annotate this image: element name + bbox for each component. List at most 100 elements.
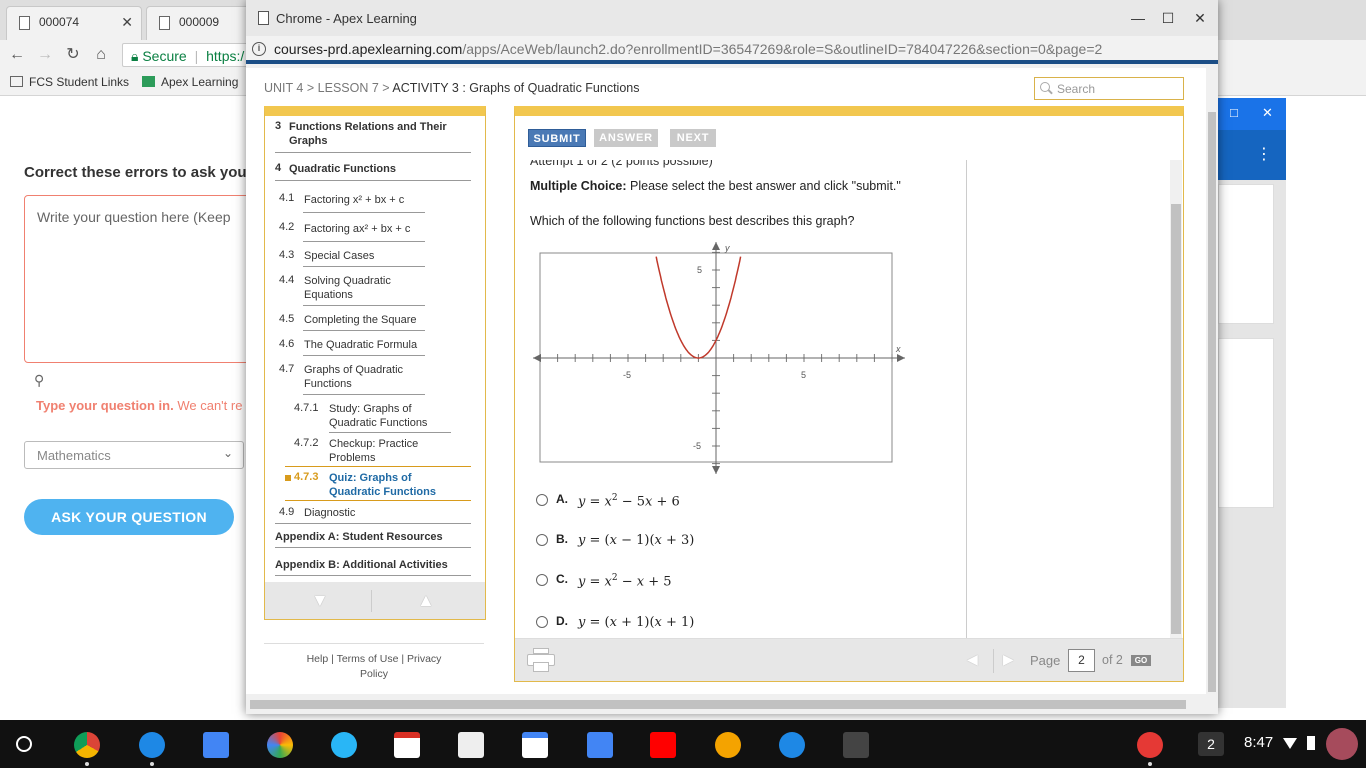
- magnifier-glyph: [1040, 82, 1050, 92]
- nav-item-4-6[interactable]: The Quadratic Formula: [304, 338, 417, 352]
- radio-button[interactable]: [536, 534, 548, 546]
- info-icon[interactable]: i: [252, 42, 266, 56]
- photos-app-icon[interactable]: [267, 732, 293, 758]
- bg-question-textarea[interactable]: Write your question here (Keep: [24, 195, 264, 363]
- next-button[interactable]: NEXT: [670, 129, 716, 147]
- policy-link[interactable]: Policy: [360, 668, 388, 680]
- x-tick-label-neg5: -5: [623, 370, 631, 380]
- address-bar[interactable]: i courses-prd.apexlearning.com/apps/AceW…: [246, 36, 1218, 64]
- gmail-app-icon[interactable]: [394, 732, 420, 758]
- nav-subitem-4-7-2[interactable]: Checkup: Practice Problems: [329, 437, 418, 465]
- close-icon[interactable]: ✕: [1190, 8, 1210, 28]
- maximize-icon[interactable]: □: [1230, 105, 1238, 120]
- nav-item-line2: Problems: [329, 452, 376, 464]
- nav-unit-3[interactable]: Functions Relations and Their Graphs: [289, 120, 447, 148]
- bg-omnibox[interactable]: 🔒︎ Secure | https:/: [122, 43, 262, 67]
- privacy-link[interactable]: Privacy: [407, 653, 441, 665]
- nav-item-4-9[interactable]: Diagnostic: [304, 506, 355, 520]
- window-count-badge[interactable]: 2: [1198, 732, 1224, 756]
- window-vertical-scrollbar[interactable]: [1206, 68, 1218, 694]
- expr-op: =: [585, 494, 605, 510]
- divider: [275, 547, 471, 548]
- wifi-icon[interactable]: [1283, 738, 1297, 749]
- expr-op: + 1): [661, 615, 695, 630]
- scrollbar-thumb[interactable]: [250, 700, 1186, 709]
- play-music-app-icon[interactable]: [715, 732, 741, 758]
- nav-subitem-4-7-1[interactable]: Study: Graphs of Quadratic Functions: [329, 402, 427, 430]
- bg-url-start: https:/: [206, 48, 245, 64]
- go-button[interactable]: GO: [1131, 655, 1151, 666]
- bg-tab-1[interactable]: 000074 ✕: [6, 6, 142, 40]
- divider: [371, 590, 372, 612]
- window-horizontal-scrollbar[interactable]: [246, 694, 1218, 714]
- help-link[interactable]: Help: [307, 653, 329, 665]
- inbox-app-icon[interactable]: [522, 732, 548, 758]
- web-store-app-icon[interactable]: [458, 732, 484, 758]
- nav-item-4-7[interactable]: Graphs of Quadratic Functions: [304, 363, 403, 391]
- search-input[interactable]: Search: [1034, 77, 1184, 100]
- scroll-down-arrow-icon[interactable]: ▼: [311, 590, 329, 611]
- camera-app-icon[interactable]: [331, 732, 357, 758]
- divider: [303, 330, 425, 331]
- printer-icon[interactable]: [527, 648, 555, 672]
- submit-button[interactable]: SUBMIT: [528, 129, 586, 147]
- bookmark-fcs-student-links[interactable]: FCS Student Links: [10, 75, 129, 89]
- nav-item-4-4[interactable]: Solving Quadratic Equations: [304, 274, 391, 302]
- close-icon[interactable]: ✕: [121, 14, 133, 31]
- divider: [303, 266, 425, 267]
- subject-select[interactable]: Mathematics ⌄: [24, 441, 244, 469]
- nav-unit-3-line1: Functions Relations and Their: [289, 121, 447, 133]
- youtube-app-icon[interactable]: [650, 732, 676, 758]
- reload-icon[interactable]: ↻: [62, 44, 84, 66]
- previous-page-arrow-icon[interactable]: ◀: [967, 651, 978, 668]
- scroll-up-arrow-icon[interactable]: ▲: [417, 590, 435, 611]
- files-app-icon[interactable]: [139, 732, 165, 758]
- nav-item-4-1[interactable]: Factoring x² + bx + c: [304, 193, 404, 207]
- minimize-icon[interactable]: —: [1128, 8, 1148, 28]
- page-number-input[interactable]: 2: [1068, 649, 1095, 672]
- bg-tab-2[interactable]: 000009: [146, 6, 250, 40]
- active-divider: [285, 500, 471, 501]
- close-icon[interactable]: ✕: [1262, 105, 1273, 121]
- nav-item-number: 4.2: [279, 221, 295, 233]
- scrollbar-thumb[interactable]: [1171, 204, 1181, 634]
- docs-app-icon[interactable]: [587, 732, 613, 758]
- clock[interactable]: 8:47: [1244, 734, 1273, 751]
- more-menu-icon[interactable]: ⋮: [1256, 144, 1272, 164]
- maximize-icon[interactable]: ☐: [1158, 8, 1178, 28]
- battery-icon[interactable]: [1307, 736, 1315, 750]
- nav-item-4-2[interactable]: Factoring ax² + bx + c: [304, 222, 410, 236]
- avatar[interactable]: [1326, 728, 1358, 760]
- calculator-app-icon[interactable]: [843, 732, 869, 758]
- divider: [303, 305, 425, 306]
- bookmark-apex-learning[interactable]: Apex Learning: [142, 75, 238, 89]
- nav-item-4-3[interactable]: Special Cases: [304, 249, 374, 263]
- answer-button[interactable]: ANSWER: [594, 129, 658, 147]
- ask-question-button[interactable]: ASK YOUR QUESTION: [24, 499, 234, 535]
- chrome-app-icon[interactable]: [74, 732, 100, 758]
- nav-appendix-b[interactable]: Appendix B: Additional Activities: [275, 558, 448, 572]
- calendar-app-icon[interactable]: [203, 732, 229, 758]
- home-icon[interactable]: ⌂: [90, 44, 112, 66]
- nav-unit-4[interactable]: Quadratic Functions: [289, 162, 396, 176]
- window-title: Chrome - Apex Learning: [276, 11, 417, 26]
- forward-arrow-icon[interactable]: →: [34, 44, 56, 66]
- radio-button[interactable]: [536, 494, 548, 506]
- screen-capture-icon[interactable]: [1137, 732, 1163, 758]
- content-scrollbar[interactable]: [1170, 160, 1182, 638]
- breadcrumb-unit[interactable]: UNIT 4: [264, 81, 303, 95]
- launcher-icon[interactable]: [16, 736, 32, 752]
- scrollbar-thumb[interactable]: [1208, 112, 1216, 692]
- drawing-app-icon[interactable]: [779, 732, 805, 758]
- nav-appendix-a[interactable]: Appendix A: Student Resources: [275, 530, 443, 544]
- radio-button[interactable]: [536, 574, 548, 586]
- next-page-arrow-icon[interactable]: ▶: [1003, 651, 1014, 668]
- breadcrumb-lesson[interactable]: LESSON 7: [318, 81, 379, 95]
- url-text[interactable]: courses-prd.apexlearning.com/apps/AceWeb…: [274, 41, 1102, 57]
- paperclip-icon[interactable]: ⚲: [34, 372, 44, 389]
- radio-button[interactable]: [536, 616, 548, 628]
- nav-item-4-5[interactable]: Completing the Square: [304, 313, 417, 327]
- nav-subitem-4-7-3[interactable]: Quiz: Graphs of Quadratic Functions: [329, 471, 436, 499]
- back-arrow-icon[interactable]: ←: [6, 44, 28, 66]
- terms-link[interactable]: Terms of Use: [337, 653, 399, 665]
